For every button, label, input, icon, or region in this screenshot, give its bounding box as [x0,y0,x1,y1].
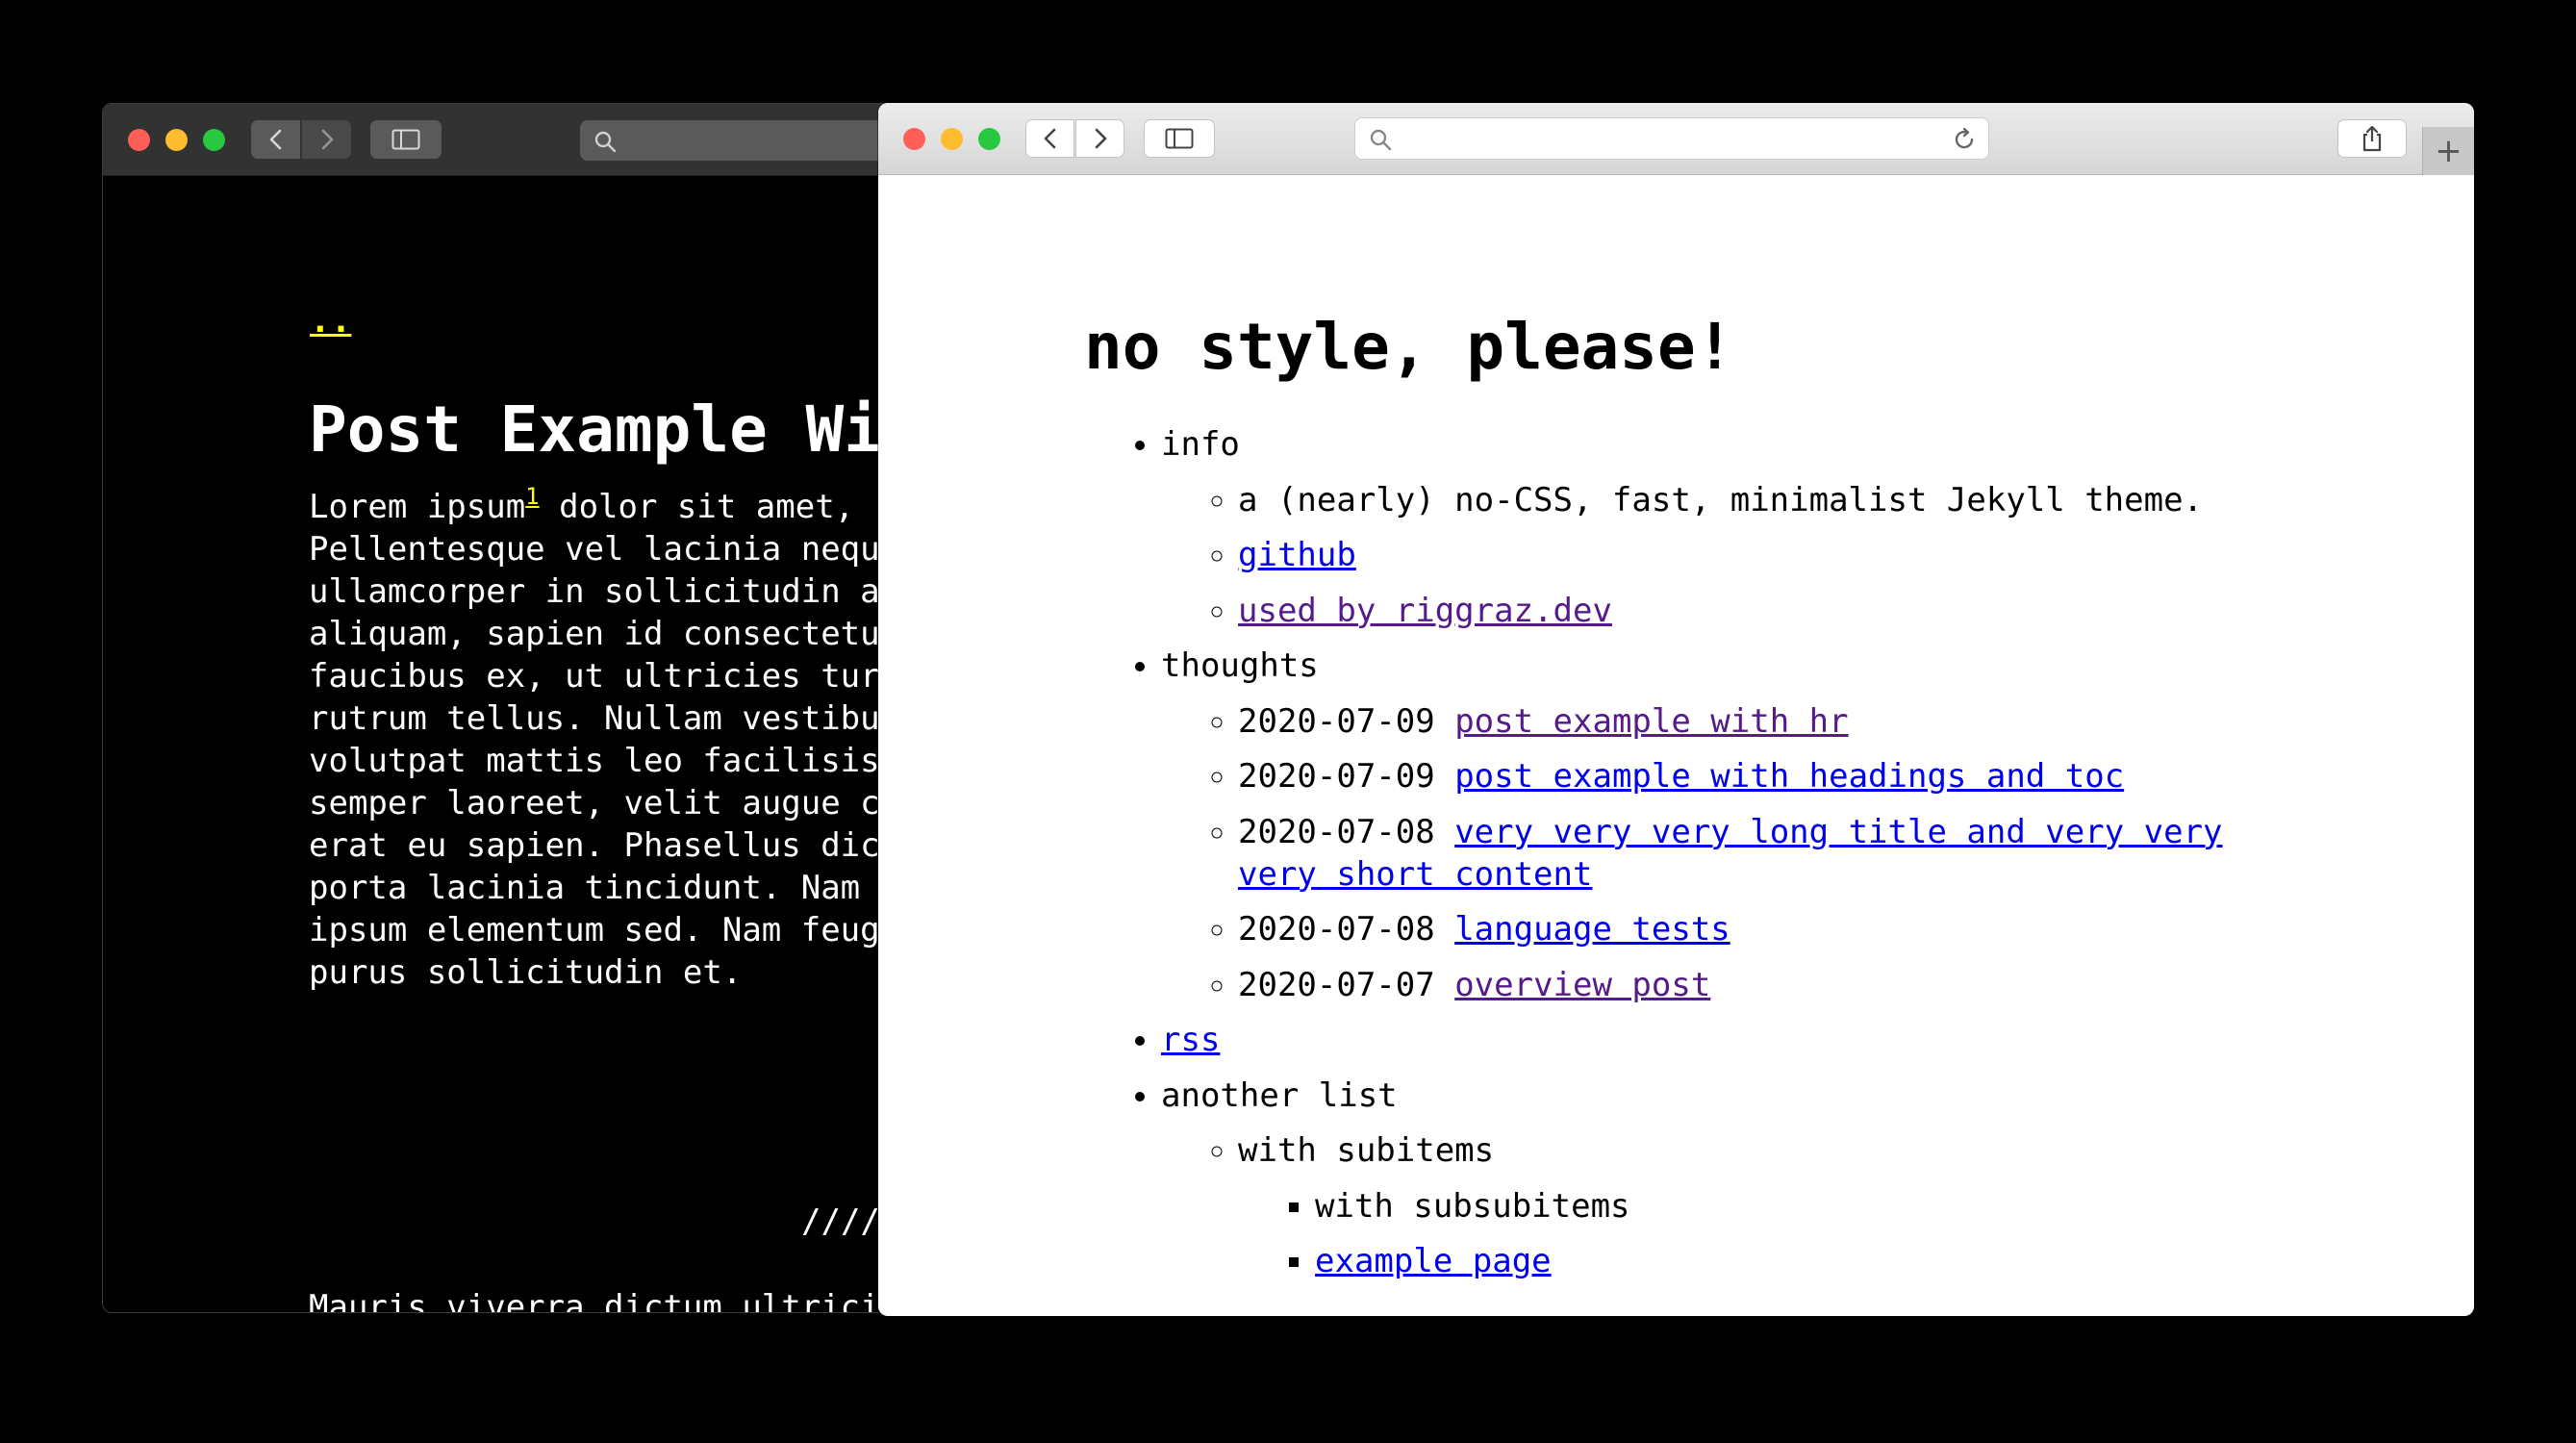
chevron-right-icon [321,129,333,150]
post-date: 2020-07-08 [1238,910,1435,949]
back-browser-window[interactable]: .. Post Example Wi Lorem ipsum1 dolor si… [102,103,929,1313]
list-item-example-page: example page [1315,1240,2315,1282]
another-list-label: another list [1161,1076,1398,1115]
front-window-toolbar: + [878,103,2474,175]
chevron-left-icon [1044,128,1055,149]
post-list-item: 2020-07-08 very very very long title and… [1238,811,2315,896]
post-link[interactable]: language tests [1454,910,1730,949]
zoom-button[interactable] [203,129,225,151]
zoom-button[interactable] [978,128,1000,150]
subsubitems-label: with subsubitems [1315,1186,1630,1226]
sidebar-button[interactable] [1144,119,1215,158]
sidebar-button[interactable] [370,120,442,159]
back-window-address-bar[interactable] [580,120,928,161]
front-browser-window[interactable]: + no style, please! info a (nearly) no-C… [878,103,2474,1316]
list-item-used-by: used by riggraz.dev [1238,590,2315,632]
paragraph-1-rest: dolor sit amet, Pellentesque vel lacinia… [309,488,880,992]
close-button[interactable] [903,128,925,150]
post-link[interactable]: post example with headings and toc [1454,757,2124,796]
used-by-link[interactable]: used by riggraz.dev [1238,592,1612,630]
address-bar[interactable] [1354,117,1989,160]
list-item-info: info a (nearly) no-CSS, fast, minimalist… [1161,423,2315,632]
forward-button[interactable] [1075,119,1124,158]
another-sublist: with subitems with subsubitems example p… [1161,1129,2315,1282]
paragraph-1-start: Lorem ipsum [309,488,526,526]
list-item-rss: rss [1161,1019,2315,1061]
share-button[interactable] [2337,119,2407,158]
chevron-left-icon [269,129,281,150]
list-item-subitems: with subitems with subsubitems example p… [1238,1129,2315,1282]
list-item-thoughts: thoughts 2020-07-09 post example with hr… [1161,645,2315,1006]
back-button[interactable] [1025,119,1074,158]
footnote-link[interactable]: 1 [525,483,539,510]
share-icon [2362,125,2382,152]
section-separator: //// [801,1202,880,1241]
info-label: info [1161,425,1240,464]
search-icon [1370,129,1392,151]
post-link[interactable]: post example with hr [1454,702,1848,741]
post-list-item: 2020-07-09 post example with headings an… [1238,755,2315,797]
post-list-item: 2020-07-07 overview post [1238,964,2315,1006]
front-window-page: no style, please! info a (nearly) no-CSS… [878,175,2474,1316]
sidebar-icon [391,129,420,150]
rss-link[interactable]: rss [1161,1021,1220,1059]
subsubitems-list: with subsubitems example page [1238,1185,2315,1283]
post-list-item: 2020-07-09 post example with hr [1238,700,2315,743]
post-date: 2020-07-09 [1238,701,1435,741]
site-title: no style, please! [1084,310,1734,384]
reload-icon[interactable] [1952,127,1977,152]
post-title: Post Example Wi [309,392,883,467]
back-window-page: .. Post Example Wi Lorem ipsum1 dolor si… [103,176,928,1312]
back-button[interactable] [251,120,300,159]
post-paragraph-1: Lorem ipsum1 dolor sit amet, Pellentesqu… [309,483,880,994]
minimize-button[interactable] [165,129,188,151]
main-menu-list: info a (nearly) no-CSS, fast, minimalist… [1161,423,2315,1296]
forward-button[interactable] [302,120,351,159]
list-item-subsubitems: with subsubitems [1315,1185,2315,1228]
post-date: 2020-07-08 [1238,812,1435,851]
list-item-github: github [1238,534,2315,576]
post-paragraph-2: Mauris viverra dictum ultrici euismod, f… [309,1288,880,1313]
new-tab-button[interactable]: + [2422,127,2474,175]
theme-description: a (nearly) no-CSS, fast, minimalist Jeky… [1238,480,2204,519]
back-window-toolbar [103,104,928,176]
info-sublist: a (nearly) no-CSS, fast, minimalist Jeky… [1161,479,2315,632]
list-item-description: a (nearly) no-CSS, fast, minimalist Jeky… [1238,479,2315,521]
parent-link[interactable]: .. [310,301,351,341]
posts-list: 2020-07-09 post example with hr 2020-07-… [1161,700,2315,1006]
post-date: 2020-07-09 [1238,757,1435,796]
minimize-button[interactable] [941,128,963,150]
post-list-item: 2020-07-08 language tests [1238,908,2315,950]
sidebar-icon [1165,128,1194,149]
example-page-link[interactable]: example page [1315,1242,1552,1280]
github-link[interactable]: github [1238,536,1356,574]
plus-icon: + [2435,132,2462,170]
post-link[interactable]: overview post [1454,966,1710,1004]
chevron-right-icon [1095,128,1106,149]
subitems-label: with subitems [1238,1131,1495,1170]
search-icon [594,131,617,153]
post-date: 2020-07-07 [1238,965,1435,1004]
close-button[interactable] [128,129,150,151]
list-item-another-list: another list with subitems with subsubit… [1161,1075,2315,1283]
thoughts-label: thoughts [1161,646,1319,685]
